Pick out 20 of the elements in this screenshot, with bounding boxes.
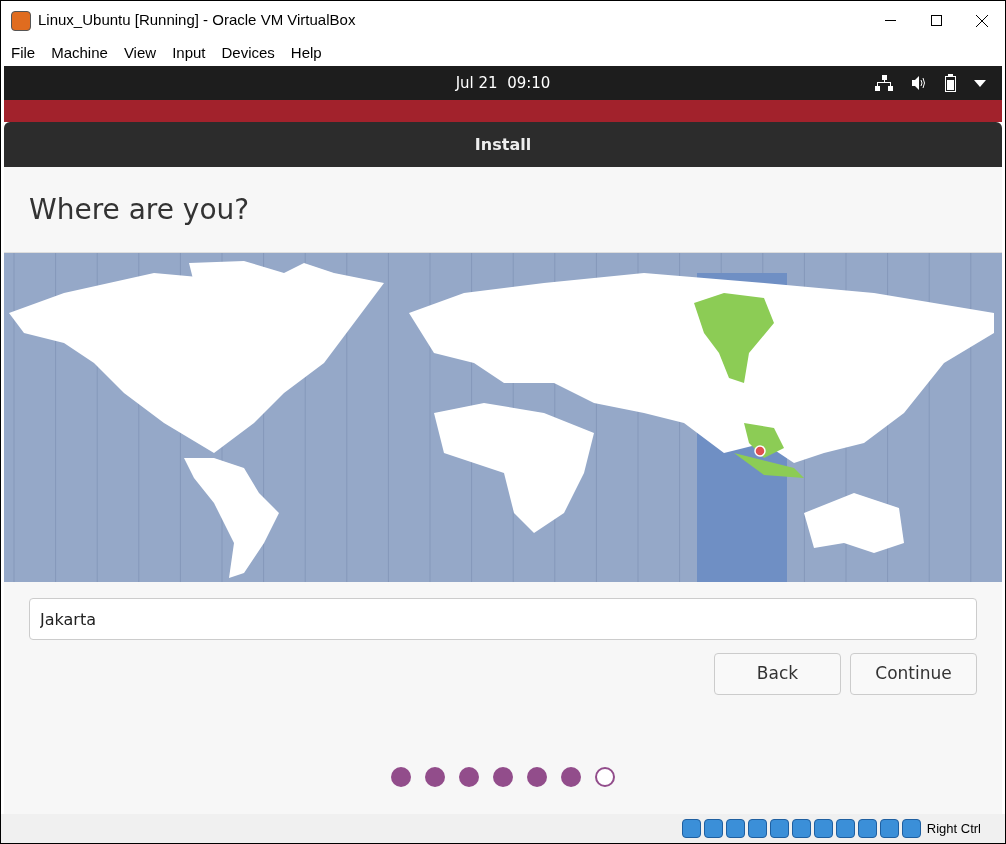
clock[interactable]: Jul 21 09:10 (455, 71, 551, 95)
world-map-drawing[interactable] (4, 253, 1002, 582)
caret-icon[interactable] (974, 79, 986, 87)
menu-item[interactable]: Devices (213, 41, 283, 65)
back-button[interactable]: Back (714, 653, 841, 695)
location-field[interactable]: Jakarta (29, 598, 977, 640)
host-key-label: Right Ctrl (926, 819, 981, 838)
menu-item[interactable]: Help (282, 41, 330, 65)
volume-icon[interactable] (911, 75, 927, 91)
page-heading: Where are you? (29, 191, 250, 228)
menu-item[interactable]: Machine (43, 41, 116, 65)
app-icon (11, 10, 31, 31)
menu-item[interactable]: View (115, 41, 165, 65)
menu-item[interactable]: File (3, 41, 44, 65)
continue-button[interactable]: Continue (850, 653, 977, 695)
menu-item[interactable]: Input (164, 41, 214, 65)
window-title: Linux_Ubuntu [Running] - Oracle VM VirtualBox (38, 10, 356, 31)
battery-icon[interactable] (945, 74, 956, 92)
close-icon (976, 14, 988, 27)
installer-title: Install (474, 133, 532, 156)
